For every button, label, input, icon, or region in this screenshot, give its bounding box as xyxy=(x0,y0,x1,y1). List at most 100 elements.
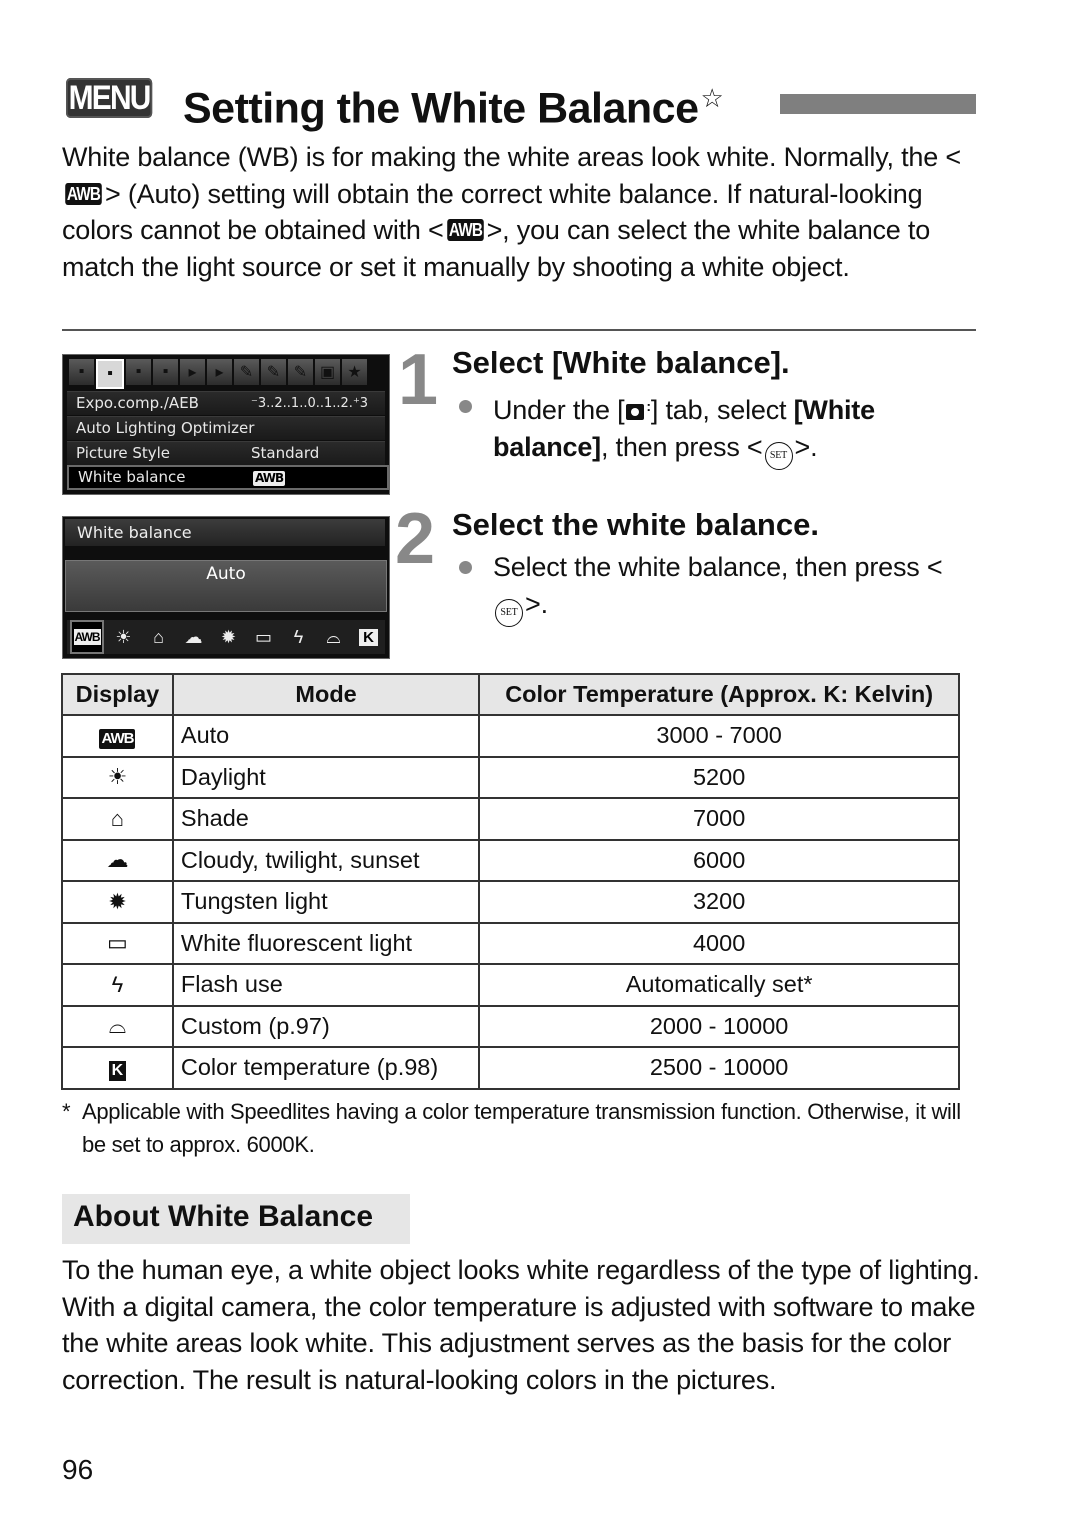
menu-icon: MENU xyxy=(66,78,153,118)
step-text: , then press < xyxy=(600,431,763,462)
table-header-row: Display Mode Color Temperature (Approx. … xyxy=(61,673,960,716)
white-balance-select-screen: White balance Auto AWB ☀ ⌂ ☁ ✹ ▭ ϟ ⌓ K xyxy=(62,516,390,659)
wrench-icon: ✎ xyxy=(293,364,308,381)
menu-item-picture-style[interactable]: Picture Style Standard xyxy=(67,441,385,465)
wb-option-strip: AWB ☀ ⌂ ☁ ✹ ▭ ϟ ⌓ K xyxy=(67,620,385,654)
wb-option-kelvin[interactable]: K xyxy=(353,622,384,652)
camera-menu-screen: ▪ ▪ ▪ ▪ ▸ ▸ ✎ ✎ ✎ ▣ ★ Expo.comp./AEB ⁻3..… xyxy=(62,354,390,495)
title-decoration-bar xyxy=(780,94,976,114)
step-heading: Select [White balance]. xyxy=(452,345,790,380)
menu-tab-shooting-4[interactable]: ▪ xyxy=(153,359,178,385)
step-heading: Select the white balance. xyxy=(452,507,819,542)
custom-wb-icon: ⌓ xyxy=(108,1013,127,1039)
fluorescent-icon: ▭ xyxy=(254,626,272,647)
awb-icon: AWB xyxy=(446,219,484,241)
menu-item-label: Picture Style xyxy=(76,444,171,462)
footnote: * Applicable with Speedlites having a col… xyxy=(62,1095,962,1161)
step-text: Select the white balance, then press < xyxy=(493,552,943,582)
wb-option-tungsten[interactable]: ✹ xyxy=(213,622,244,652)
display-cell: ✹ xyxy=(61,880,174,924)
wrench-icon: ✎ xyxy=(239,364,254,381)
table-row: ▭ White fluorescent light 4000 xyxy=(61,921,960,965)
display-cell: ▭ xyxy=(61,921,174,965)
mode-cell: Flash use xyxy=(171,963,481,1007)
menu-tab-setup-3[interactable]: ✎ xyxy=(288,359,313,385)
display-cell: ☁ xyxy=(61,838,174,882)
step-text: >. xyxy=(525,588,548,619)
menu-item-auto-lighting-optimizer[interactable]: Auto Lighting Optimizer xyxy=(67,416,385,440)
kelvin-icon: K xyxy=(359,628,378,646)
intro-paragraph: White balance (WB) is for making the whi… xyxy=(62,139,982,285)
step-instruction: Select the white balance, then press < SE… xyxy=(493,549,973,627)
mode-cell: Shade xyxy=(171,797,481,841)
column-header-color-temperature: Color Temperature (Approx. K: Kelvin) xyxy=(478,673,960,716)
set-button-icon: SET xyxy=(495,598,523,627)
daylight-icon: ☀ xyxy=(115,626,132,647)
table-row: ϟ Flash use Automatically set* xyxy=(61,963,960,1007)
menu-item-value: Standard xyxy=(251,444,320,462)
menu-tab-strip: ▪ ▪ ▪ ▪ ▸ ▸ ✎ ✎ ✎ ▣ ★ xyxy=(69,359,367,389)
menu-tab-setup-1[interactable]: ✎ xyxy=(234,359,259,385)
wb-option-daylight[interactable]: ☀ xyxy=(108,622,139,652)
menu-item-label: White balance xyxy=(78,468,186,486)
tungsten-icon: ✹ xyxy=(108,888,127,914)
camera-icon: ▪ xyxy=(162,363,169,380)
menu-tab-shooting-2[interactable]: ▪ xyxy=(96,359,124,389)
menu-item-value: AWB xyxy=(253,467,286,488)
table-row: K Color temperature (p.98) 2500 - 10000 xyxy=(61,1046,960,1090)
shade-icon: ⌂ xyxy=(153,626,164,647)
menu-tab-playback-2[interactable]: ▸ xyxy=(207,359,232,385)
wb-option-auto[interactable]: AWB xyxy=(70,620,104,654)
temperature-cell: 3200 xyxy=(478,880,960,924)
mode-cell: Cloudy, twilight, sunset xyxy=(171,838,481,882)
menu-item-expo-comp[interactable]: Expo.comp./AEB ⁻3..2..1..0..1..2.⁺3 xyxy=(67,391,385,415)
wb-option-shade[interactable]: ⌂ xyxy=(143,622,174,652)
menu-item-label: Expo.comp./AEB xyxy=(76,394,199,412)
display-cell: ⌂ xyxy=(61,797,174,841)
step-text: Under the [ xyxy=(493,395,625,425)
step-text: >. xyxy=(794,431,818,462)
bullet-icon xyxy=(459,400,472,413)
selected-wb-text: Auto xyxy=(206,564,246,584)
step-number: 2 xyxy=(395,499,436,579)
awb-icon: AWB xyxy=(253,471,286,486)
awb-icon: AWB xyxy=(73,629,101,645)
selected-wb-label: Auto xyxy=(65,560,387,612)
temperature-cell: Automatically set* xyxy=(478,963,960,1007)
screen-header: White balance xyxy=(65,519,385,546)
page-title-text: Setting the White Balance xyxy=(183,84,699,133)
menu-tab-shooting-1[interactable]: ▪ xyxy=(69,359,94,385)
table-row: ⌓ Custom (p.97) 2000 - 10000 xyxy=(61,1004,960,1048)
white-balance-table: Display Mode Color Temperature (Approx. … xyxy=(61,673,960,1090)
playback-icon: ▸ xyxy=(188,364,197,381)
temperature-cell: 7000 xyxy=(478,797,960,841)
intro-text-1: White balance (WB) is for making the whi… xyxy=(62,142,961,172)
menu-tab-live-view[interactable]: ▣ xyxy=(315,359,340,385)
wb-option-custom[interactable]: ⌓ xyxy=(318,622,349,652)
set-button-icon: SET xyxy=(764,441,793,470)
step-instruction: Under the [:] tab, select [White balance… xyxy=(493,388,963,470)
flash-icon: ϟ xyxy=(111,971,124,997)
temperature-cell: 4000 xyxy=(478,921,960,965)
awb-icon: AWB xyxy=(99,728,136,749)
page-number: 96 xyxy=(62,1454,94,1485)
menu-item-white-balance[interactable]: White balance AWB xyxy=(67,465,389,490)
menu-tab-my-menu[interactable]: ★ xyxy=(342,359,367,385)
playback-icon: ▸ xyxy=(215,364,224,381)
menu-item-label: Auto Lighting Optimizer xyxy=(76,419,255,437)
wb-option-flash[interactable]: ϟ xyxy=(283,622,314,652)
bullet-icon xyxy=(459,561,472,574)
display-cell: ϟ xyxy=(61,963,174,1007)
menu-tab-playback-1[interactable]: ▸ xyxy=(180,359,205,385)
menu-tab-setup-2[interactable]: ✎ xyxy=(261,359,286,385)
wb-option-cloudy[interactable]: ☁ xyxy=(178,622,209,652)
kelvin-icon: K xyxy=(108,1060,127,1081)
section-heading: About White Balance xyxy=(73,1200,374,1233)
column-header-display: Display xyxy=(61,673,174,716)
camera-icon: ▪ xyxy=(135,363,142,380)
menu-tab-shooting-3[interactable]: ▪ xyxy=(126,359,151,385)
page-title: Setting the White Balance☆ xyxy=(183,70,724,136)
tungsten-icon: ✹ xyxy=(220,626,237,647)
wb-option-fluorescent[interactable]: ▭ xyxy=(248,622,279,652)
camera-icon: ▪ xyxy=(107,365,113,382)
